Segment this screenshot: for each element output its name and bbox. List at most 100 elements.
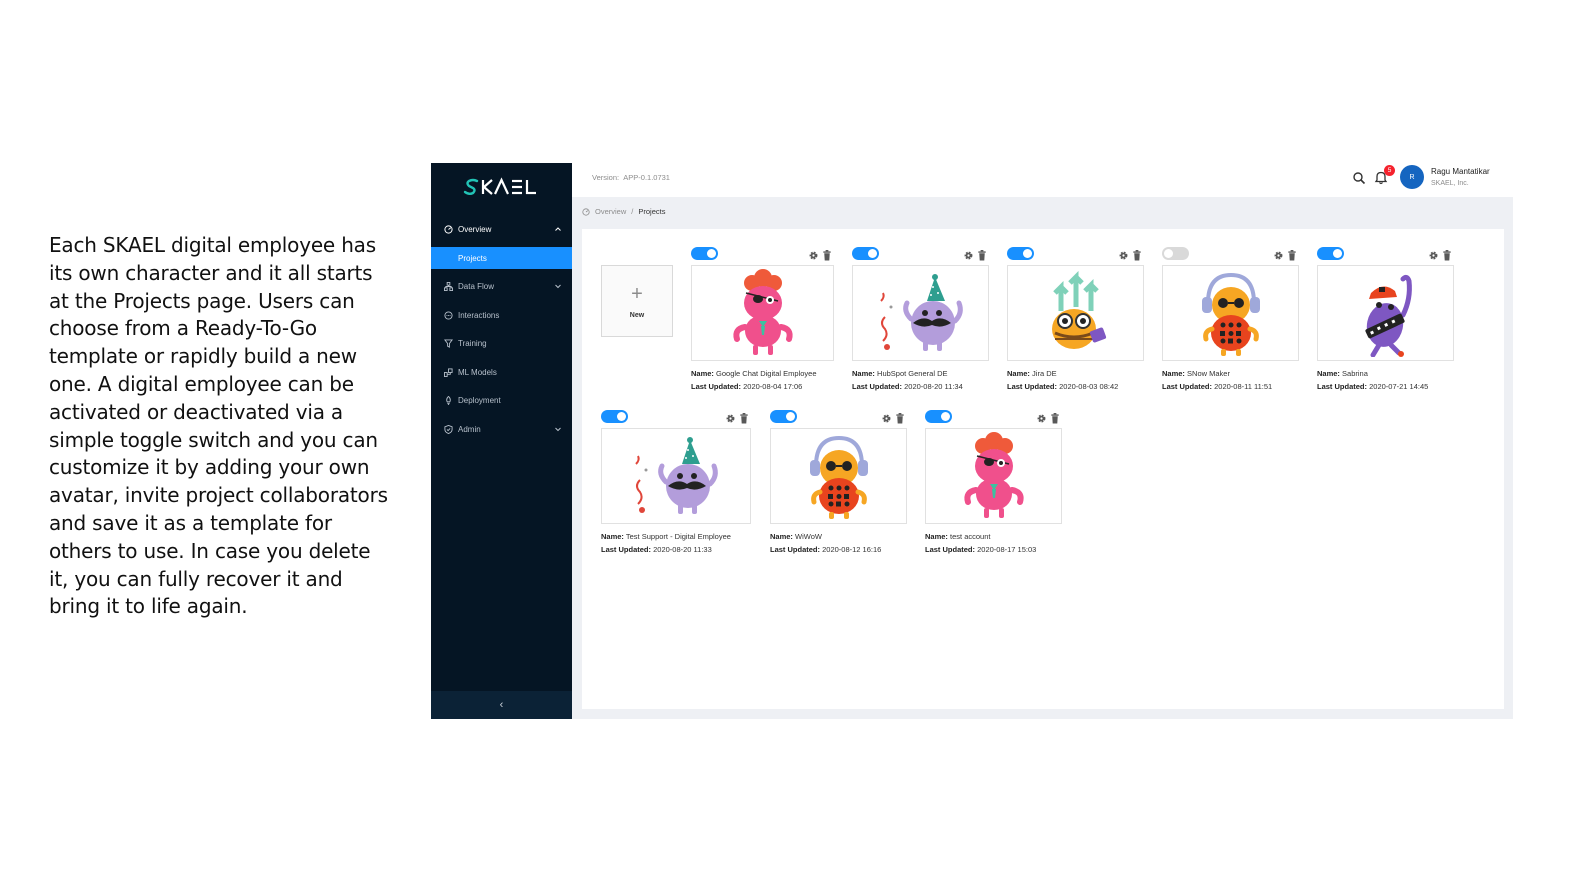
breadcrumb-projects: Projects bbox=[638, 207, 666, 216]
chevron-down-icon bbox=[555, 427, 561, 432]
gear-icon[interactable] bbox=[808, 248, 819, 260]
breadcrumb-overview[interactable]: Overview bbox=[595, 207, 626, 216]
active-toggle[interactable] bbox=[925, 410, 952, 423]
new-project-button[interactable]: + New bbox=[601, 265, 673, 337]
avatar[interactable]: R bbox=[1400, 165, 1424, 189]
project-card[interactable]: Name: WiWoW Last Updated: 2020-08-12 16:… bbox=[770, 410, 930, 554]
project-card[interactable]: Name: Sabrina Last Updated: 2020-07-21 1… bbox=[1317, 247, 1477, 391]
gear-icon[interactable] bbox=[1428, 248, 1439, 260]
sidebar-item-data-flow[interactable]: Data Flow bbox=[431, 275, 572, 297]
project-last-updated: 2020-08-12 16:16 bbox=[822, 545, 882, 554]
version-label: Version: APP-0.1.0731 bbox=[592, 173, 670, 182]
sidebar-item-overview[interactable]: Overview bbox=[431, 218, 572, 240]
project-info: Name: Jira DE Last Updated: 2020-08-03 0… bbox=[1007, 369, 1119, 391]
project-avatar-orange-headphones[interactable] bbox=[770, 428, 907, 524]
project-name: Sabrina bbox=[1342, 369, 1368, 378]
trash-icon[interactable] bbox=[739, 411, 749, 424]
trash-icon[interactable] bbox=[1132, 248, 1142, 261]
sidebar-item-admin[interactable]: Admin bbox=[431, 418, 572, 440]
dashboard-icon bbox=[582, 207, 590, 216]
gear-icon[interactable] bbox=[1036, 411, 1047, 423]
project-card[interactable]: Name: Google Chat Digital Employee Last … bbox=[691, 247, 851, 391]
project-info: Name: SNow Maker Last Updated: 2020-08-1… bbox=[1162, 369, 1273, 391]
project-last-updated: 2020-08-04 17:06 bbox=[743, 382, 803, 391]
active-toggle[interactable] bbox=[1317, 247, 1344, 260]
interactions-icon bbox=[443, 310, 453, 320]
top-header: Version: APP-0.1.0731 5 R Ragu Mantatika… bbox=[572, 163, 1513, 197]
project-card[interactable]: Name: HubSpot General DE Last Updated: 2… bbox=[852, 247, 1012, 391]
project-info: Name: test account Last Updated: 2020-08… bbox=[925, 532, 1037, 554]
active-toggle[interactable] bbox=[770, 410, 797, 423]
breadcrumb-separator: / bbox=[631, 207, 634, 216]
active-toggle[interactable] bbox=[601, 410, 628, 423]
trash-icon[interactable] bbox=[1442, 248, 1452, 261]
trash-icon[interactable] bbox=[895, 411, 905, 424]
description-text: Each SKAEL digital employee has its own … bbox=[49, 233, 388, 619]
skael-app-window: Overview Projects Data Flow Interactions… bbox=[431, 163, 1513, 719]
project-avatar-purple-mustache[interactable] bbox=[601, 428, 751, 524]
skael-logo[interactable] bbox=[431, 163, 572, 211]
project-card[interactable]: Name: test account Last Updated: 2020-08… bbox=[925, 410, 1085, 554]
project-name: Test Support - Digital Employee bbox=[625, 532, 731, 541]
trash-icon[interactable] bbox=[822, 248, 832, 261]
project-last-updated: 2020-08-11 11:51 bbox=[1214, 382, 1273, 391]
sidebar-item-training[interactable]: Training bbox=[431, 332, 572, 354]
project-avatar-orange-glasses[interactable] bbox=[1007, 265, 1144, 361]
project-avatar-purple-cap[interactable] bbox=[1317, 265, 1454, 361]
project-card[interactable]: Name: SNow Maker Last Updated: 2020-08-1… bbox=[1162, 247, 1322, 391]
project-info: Name: Google Chat Digital Employee Last … bbox=[691, 369, 817, 391]
sidebar-item-label: Interactions bbox=[458, 310, 500, 320]
active-toggle[interactable] bbox=[691, 247, 718, 260]
sidebar-item-deployment[interactable]: Deployment bbox=[431, 389, 572, 411]
sidebar-item-ml-models[interactable]: ML Models bbox=[431, 361, 572, 383]
gear-icon[interactable] bbox=[881, 411, 892, 423]
user-name[interactable]: Ragu Mantatikar bbox=[1431, 167, 1490, 176]
project-card[interactable]: Name: Test Support - Digital Employee La… bbox=[601, 410, 761, 554]
sidebar: Overview Projects Data Flow Interactions… bbox=[431, 163, 572, 719]
project-last-updated: 2020-07-21 14:45 bbox=[1369, 382, 1429, 391]
projects-panel: + New Name: Google Chat Digital Employee… bbox=[582, 229, 1504, 709]
new-project-label: New bbox=[629, 311, 645, 319]
project-last-updated: 2020-08-20 11:33 bbox=[653, 545, 712, 554]
project-name: HubSpot General DE bbox=[877, 369, 948, 378]
sidebar-item-label: Projects bbox=[458, 253, 487, 263]
project-avatar-pink-pirate[interactable] bbox=[925, 428, 1062, 524]
notification-badge: 5 bbox=[1384, 165, 1395, 176]
project-card[interactable]: Name: Jira DE Last Updated: 2020-08-03 0… bbox=[1007, 247, 1167, 391]
project-info: Name: HubSpot General DE Last Updated: 2… bbox=[852, 369, 963, 391]
active-toggle[interactable] bbox=[1162, 247, 1189, 260]
sidebar-item-projects[interactable]: Projects bbox=[431, 247, 572, 269]
search-icon[interactable] bbox=[1352, 171, 1366, 185]
user-org: SKAEL, Inc. bbox=[1431, 180, 1469, 187]
project-avatar-orange-headphones[interactable] bbox=[1162, 265, 1299, 361]
project-avatar-pink-pirate[interactable] bbox=[691, 265, 834, 361]
collapse-sidebar-button[interactable]: ‹ bbox=[431, 691, 572, 719]
project-name: SNow Maker bbox=[1187, 369, 1230, 378]
trash-icon[interactable] bbox=[1287, 248, 1297, 261]
gear-icon[interactable] bbox=[725, 411, 736, 423]
project-avatar-purple-mustache[interactable] bbox=[852, 265, 989, 361]
admin-icon bbox=[443, 424, 453, 434]
deployment-icon bbox=[443, 395, 453, 405]
data-flow-icon bbox=[443, 281, 453, 291]
dashboard-icon bbox=[443, 224, 453, 234]
sidebar-item-label: Training bbox=[458, 338, 487, 348]
chevron-left-icon: ‹ bbox=[499, 699, 504, 711]
active-toggle[interactable] bbox=[1007, 247, 1034, 260]
project-name: test account bbox=[950, 532, 991, 541]
sidebar-item-label: Deployment bbox=[458, 395, 501, 405]
project-last-updated: 2020-08-20 11:34 bbox=[904, 382, 963, 391]
project-last-updated: 2020-08-17 15:03 bbox=[977, 545, 1037, 554]
ml-models-icon bbox=[443, 367, 453, 377]
gear-icon[interactable] bbox=[963, 248, 974, 260]
trash-icon[interactable] bbox=[977, 248, 987, 261]
gear-icon[interactable] bbox=[1273, 248, 1284, 260]
sidebar-item-label: Data Flow bbox=[458, 281, 495, 291]
gear-icon[interactable] bbox=[1118, 248, 1129, 260]
sidebar-item-interactions[interactable]: Interactions bbox=[431, 304, 572, 326]
plus-icon: + bbox=[631, 282, 643, 305]
active-toggle[interactable] bbox=[852, 247, 879, 260]
sidebar-item-label: Admin bbox=[458, 424, 481, 434]
chevron-down-icon bbox=[555, 284, 561, 289]
trash-icon[interactable] bbox=[1050, 411, 1060, 424]
